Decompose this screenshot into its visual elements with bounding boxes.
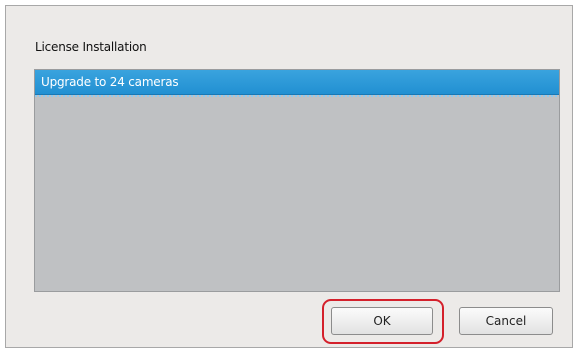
license-installation-dialog: License Installation Upgrade to 24 camer… (5, 5, 573, 348)
list-item-upgrade[interactable]: Upgrade to 24 cameras (35, 70, 559, 97)
dialog-title: License Installation (35, 40, 147, 54)
ok-button[interactable]: OK (331, 307, 433, 335)
cancel-button[interactable]: Cancel (459, 307, 553, 335)
license-list[interactable]: Upgrade to 24 cameras (34, 69, 560, 292)
